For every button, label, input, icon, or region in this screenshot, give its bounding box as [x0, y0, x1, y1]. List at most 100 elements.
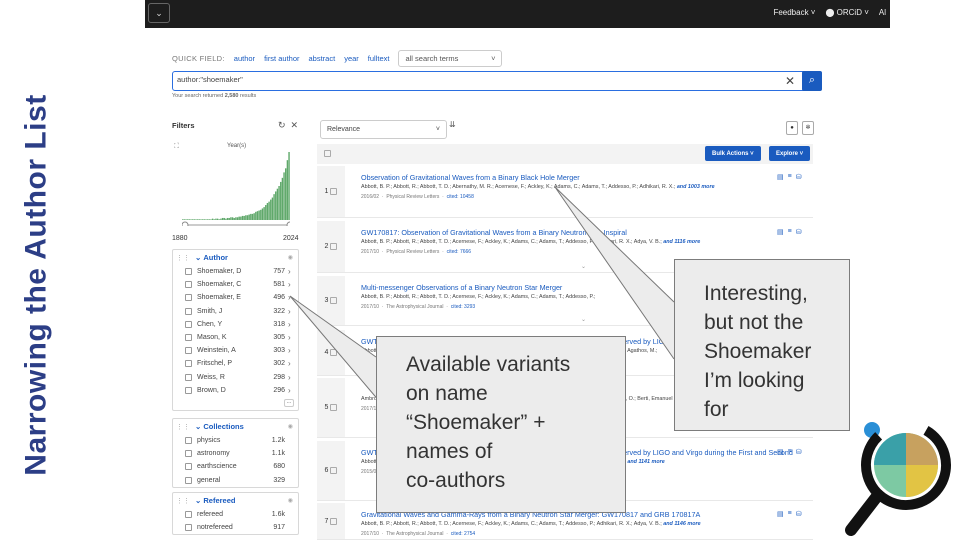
year-histogram[interactable]	[182, 150, 290, 226]
database-icon[interactable]: ⛁	[796, 228, 802, 236]
refereed-facet-header[interactable]: ⋮⋮ ⌄ Refereed ◉	[173, 493, 298, 508]
list-icon[interactable]: ≡	[788, 448, 792, 456]
checkbox[interactable]	[185, 307, 192, 315]
refereed_facet-row[interactable]: refereed 1.6k	[173, 508, 298, 521]
database-icon[interactable]: ⛁	[796, 448, 802, 456]
document-icon[interactable]: ▤	[777, 228, 784, 236]
chevron-right-icon[interactable]: ›	[288, 333, 298, 342]
checkbox[interactable]	[185, 511, 192, 519]
sort-select[interactable]: Relevance ˅	[320, 120, 447, 139]
search-button[interactable]: ⌕	[802, 70, 822, 91]
author_facet-row[interactable]: Shoemaker, E 496 ›	[173, 291, 298, 304]
checkbox[interactable]	[185, 463, 192, 471]
list-icon[interactable]: ≡	[788, 173, 792, 181]
clear-icon[interactable]: ✕	[785, 74, 795, 88]
more-authors-link[interactable]: and 1116 more	[663, 239, 700, 245]
chevron-right-icon[interactable]: ›	[288, 346, 298, 355]
checkbox[interactable]	[185, 281, 192, 289]
result-checkbox[interactable]	[330, 517, 338, 525]
author_facet-row[interactable]: Weiss, R 298 ›	[173, 371, 298, 384]
bulk-actions-button[interactable]: Bulk Actions ˅	[705, 146, 761, 161]
collections-facet-header[interactable]: ⋮⋮ ⌄ Collections ◉	[173, 419, 298, 434]
author_facet-row[interactable]: Shoemaker, D 757 ›	[173, 265, 298, 278]
chevron-down-icon[interactable]: ⌄	[581, 316, 586, 323]
author_facet-row[interactable]: Mason, K 305 ›	[173, 331, 298, 344]
chevron-right-icon[interactable]: ›	[288, 307, 298, 316]
search-input[interactable]	[177, 75, 777, 84]
orcid-menu[interactable]: ⬤ ORCiD ˅	[825, 8, 868, 17]
author_facet-row[interactable]: Chen, Y 318 ›	[173, 318, 298, 331]
eye-icon[interactable]: ◉	[288, 423, 293, 430]
chevron-down-icon[interactable]: ⌄	[581, 263, 586, 270]
refresh-icon[interactable]: ↻	[278, 120, 286, 131]
checkbox[interactable]	[185, 386, 192, 394]
checkbox[interactable]	[185, 450, 192, 458]
author_facet-row[interactable]: Smith, J 322 ›	[173, 305, 298, 318]
feedback-menu[interactable]: Feedback ˅	[773, 8, 815, 17]
bell-icon[interactable]: ●	[786, 121, 798, 135]
result-cited[interactable]: cited: 7666	[447, 249, 471, 255]
checkbox[interactable]	[185, 294, 192, 302]
result-checkbox[interactable]	[330, 404, 338, 411]
chevron-right-icon[interactable]: ›	[288, 386, 298, 395]
checkbox[interactable]	[185, 437, 192, 445]
collections_facet-row[interactable]: physics 1.2k	[173, 434, 298, 447]
result-checkbox[interactable]	[330, 349, 338, 356]
result-cited[interactable]: cited: 3293	[451, 304, 475, 310]
eye-icon[interactable]: ◉	[288, 254, 293, 261]
chevron-right-icon[interactable]: ›	[288, 280, 298, 289]
search-terms-select[interactable]: all search terms ˅	[398, 49, 503, 67]
checkbox[interactable]	[185, 373, 192, 381]
more-authors-link[interactable]: and 1141 more	[627, 459, 664, 465]
quick-field-first-author[interactable]: first author	[264, 54, 299, 63]
author_facet-row[interactable]: Fritschel, P 302 ›	[173, 357, 298, 370]
list-icon[interactable]: ≡	[788, 228, 792, 236]
collections_facet-row[interactable]: earthscience 680	[173, 460, 298, 473]
close-icon[interactable]: ✕	[291, 120, 299, 131]
author_facet-row[interactable]: Shoemaker, C 581 ›	[173, 278, 298, 291]
sort-direction-icon[interactable]: ⇊	[449, 120, 456, 129]
more-authors-link[interactable]: and 1146 more	[663, 521, 700, 527]
checkbox[interactable]	[185, 347, 192, 355]
database-icon[interactable]: ⛁	[796, 510, 802, 518]
result-checkbox[interactable]	[330, 188, 338, 195]
chevron-right-icon[interactable]: ›	[288, 293, 298, 302]
quick-field-abstract[interactable]: abstract	[309, 54, 336, 63]
result-cited[interactable]: cited: 2754	[451, 531, 475, 537]
drag-handle-icon[interactable]: ⋮⋮	[176, 497, 190, 505]
quick-field-fulltext[interactable]: fulltext	[368, 54, 390, 63]
checkbox[interactable]	[185, 360, 192, 368]
checkbox[interactable]	[185, 476, 192, 484]
quick-field-author[interactable]: author	[234, 54, 255, 63]
chevron-right-icon[interactable]: ›	[288, 267, 298, 276]
drag-handle-icon[interactable]: ⋮⋮	[176, 423, 190, 431]
checkbox[interactable]	[185, 320, 192, 328]
document-icon[interactable]: ▤	[777, 173, 784, 181]
author_facet-row[interactable]: Weinstein, A 303 ›	[173, 344, 298, 357]
database-icon[interactable]: ⛁	[796, 173, 802, 181]
author-facet-header[interactable]: ⋮⋮ ⌄ Author ◉	[173, 250, 298, 265]
menu-button[interactable]: ⌄	[148, 3, 170, 23]
select-all-checkbox[interactable]	[324, 150, 331, 157]
result-checkbox[interactable]	[330, 243, 338, 250]
result-title[interactable]: GW170817: Observation of Gravitational W…	[361, 228, 627, 237]
author_facet-row[interactable]: Brown, D 296 ›	[173, 384, 298, 397]
result-checkbox[interactable]	[330, 467, 338, 474]
result-checkbox[interactable]	[330, 297, 338, 304]
eye-icon[interactable]: ◉	[288, 497, 293, 504]
checkbox[interactable]	[185, 524, 192, 532]
checkbox[interactable]	[185, 268, 192, 276]
quick-field-year[interactable]: year	[344, 54, 359, 63]
document-icon[interactable]: ▤	[777, 448, 784, 456]
more-button[interactable]: ...	[284, 398, 294, 407]
gear-icon[interactable]: ✲	[802, 121, 814, 135]
chevron-right-icon[interactable]: ›	[288, 359, 298, 368]
collections_facet-row[interactable]: astronomy 1.1k	[173, 447, 298, 460]
explore-button[interactable]: Explore ˅	[769, 146, 811, 161]
document-icon[interactable]: ▤	[777, 510, 784, 518]
collections_facet-row[interactable]: general 329	[173, 474, 298, 487]
list-icon[interactable]: ≡	[788, 510, 792, 518]
checkbox[interactable]	[185, 334, 192, 342]
chevron-right-icon[interactable]: ›	[288, 320, 298, 329]
expand-icon[interactable]: ⛶	[174, 143, 179, 151]
